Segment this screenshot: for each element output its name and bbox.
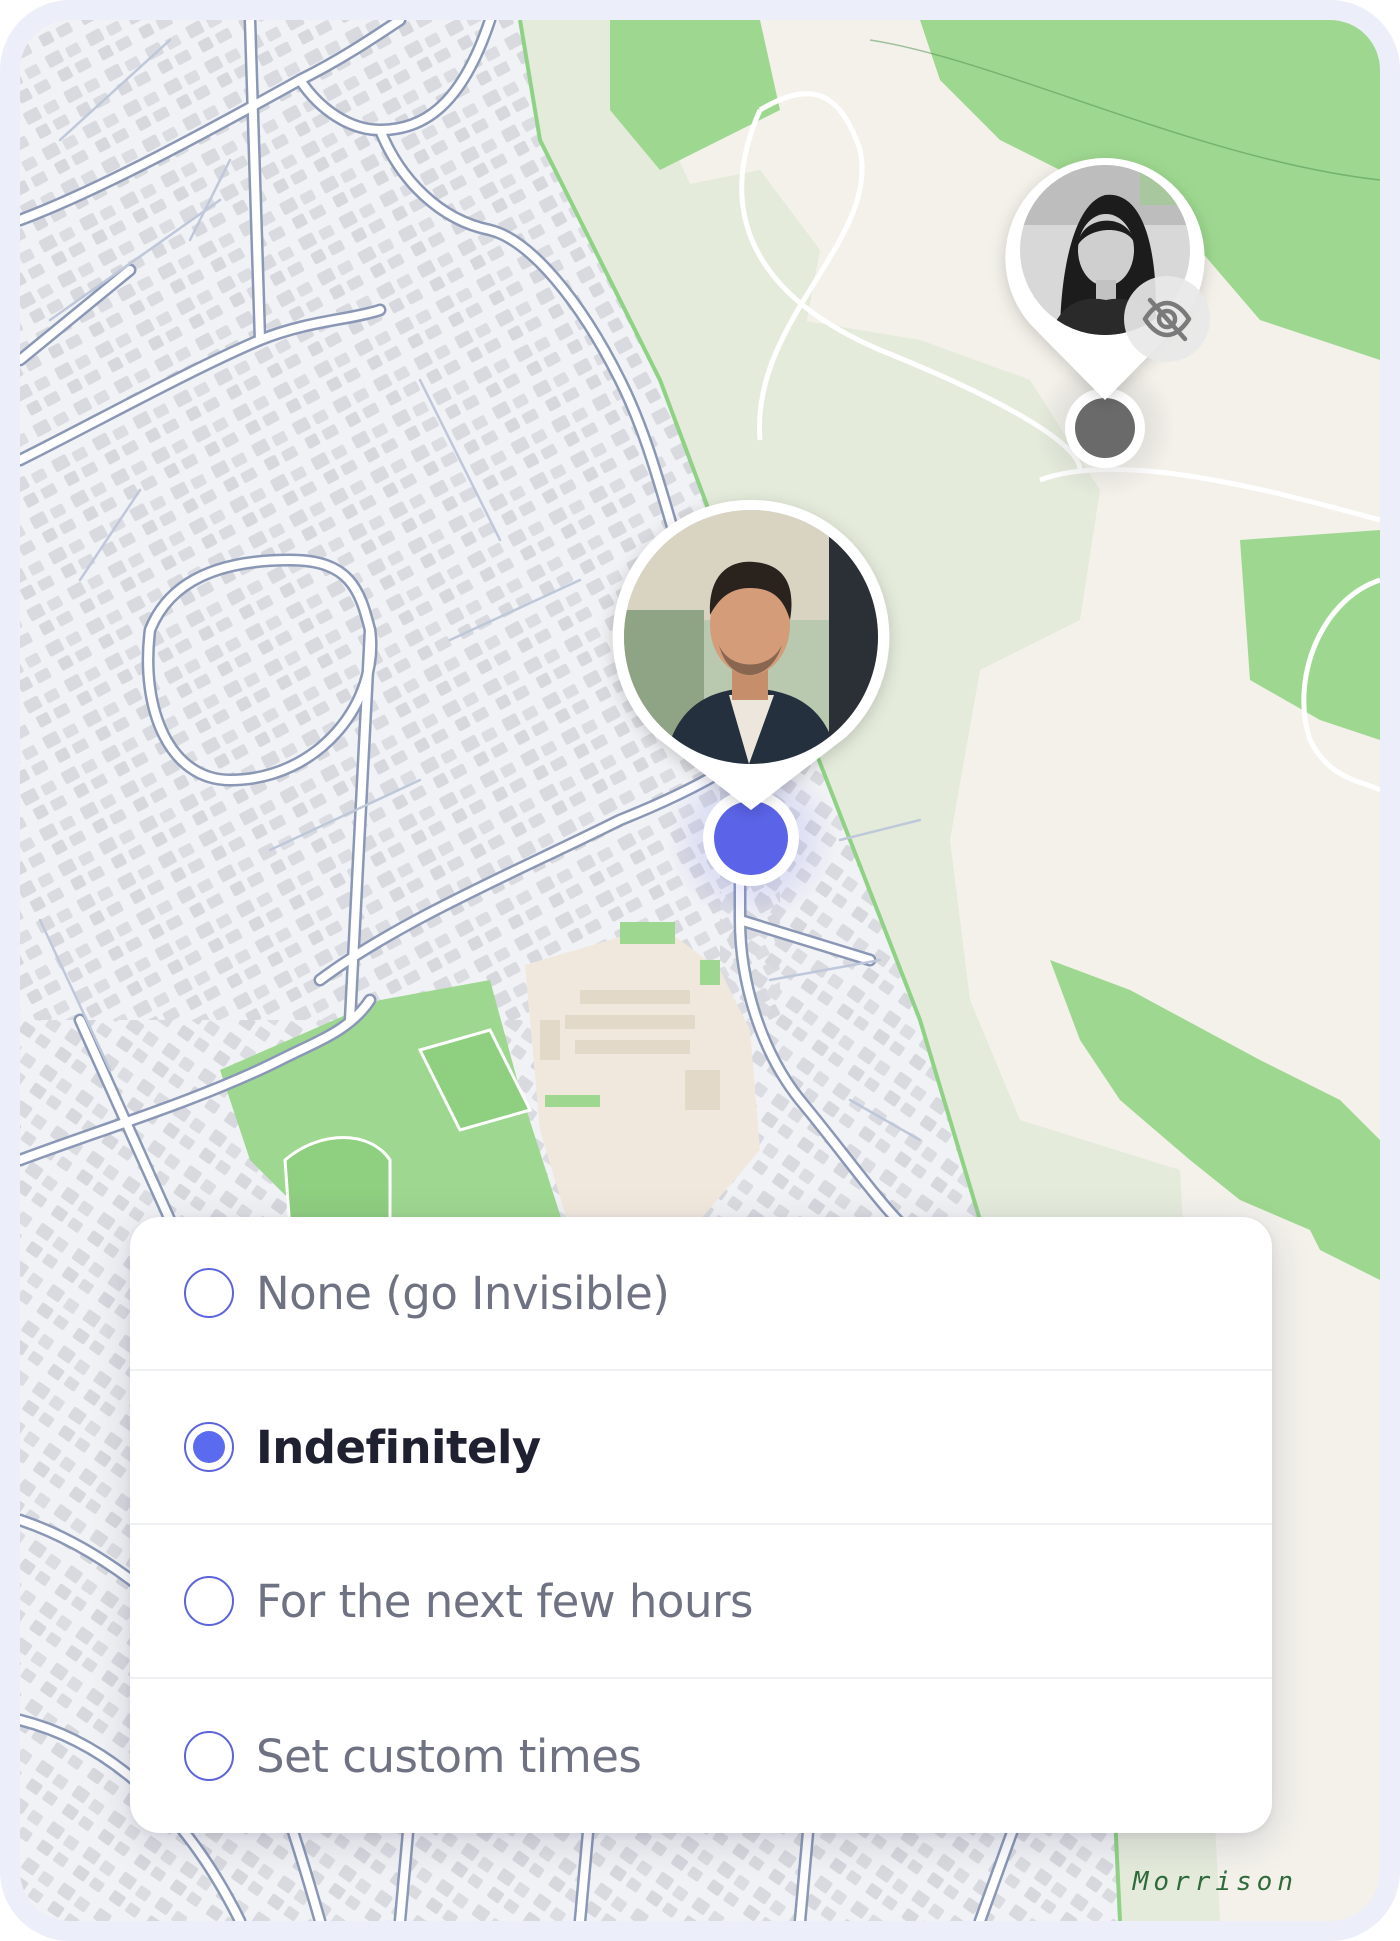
radio-button[interactable] — [184, 1731, 234, 1781]
location-sharing-options: None (go Invisible) Indefinitely For the… — [130, 1217, 1272, 1833]
radio-button[interactable] — [184, 1268, 234, 1318]
street-label: Morrison — [1132, 1867, 1298, 1897]
option-next-few-hours[interactable]: For the next few hours — [130, 1525, 1272, 1679]
location-dot-blue — [714, 801, 788, 875]
option-label: For the next few hours — [256, 1574, 753, 1628]
app-frame: Morrison None (go Invisible) Indefinitel… — [0, 0, 1400, 1941]
option-custom-times[interactable]: Set custom times — [130, 1679, 1272, 1833]
radio-button-selected[interactable] — [184, 1422, 234, 1472]
option-label: None (go Invisible) — [256, 1266, 670, 1320]
avatar-man[interactable] — [624, 510, 878, 764]
option-invisible[interactable]: None (go Invisible) — [130, 1217, 1272, 1371]
option-indefinitely[interactable]: Indefinitely — [130, 1371, 1272, 1525]
option-label: Set custom times — [256, 1729, 642, 1783]
radio-button[interactable] — [184, 1576, 234, 1626]
option-label: Indefinitely — [256, 1420, 541, 1474]
radio-selected-dot — [193, 1431, 225, 1463]
